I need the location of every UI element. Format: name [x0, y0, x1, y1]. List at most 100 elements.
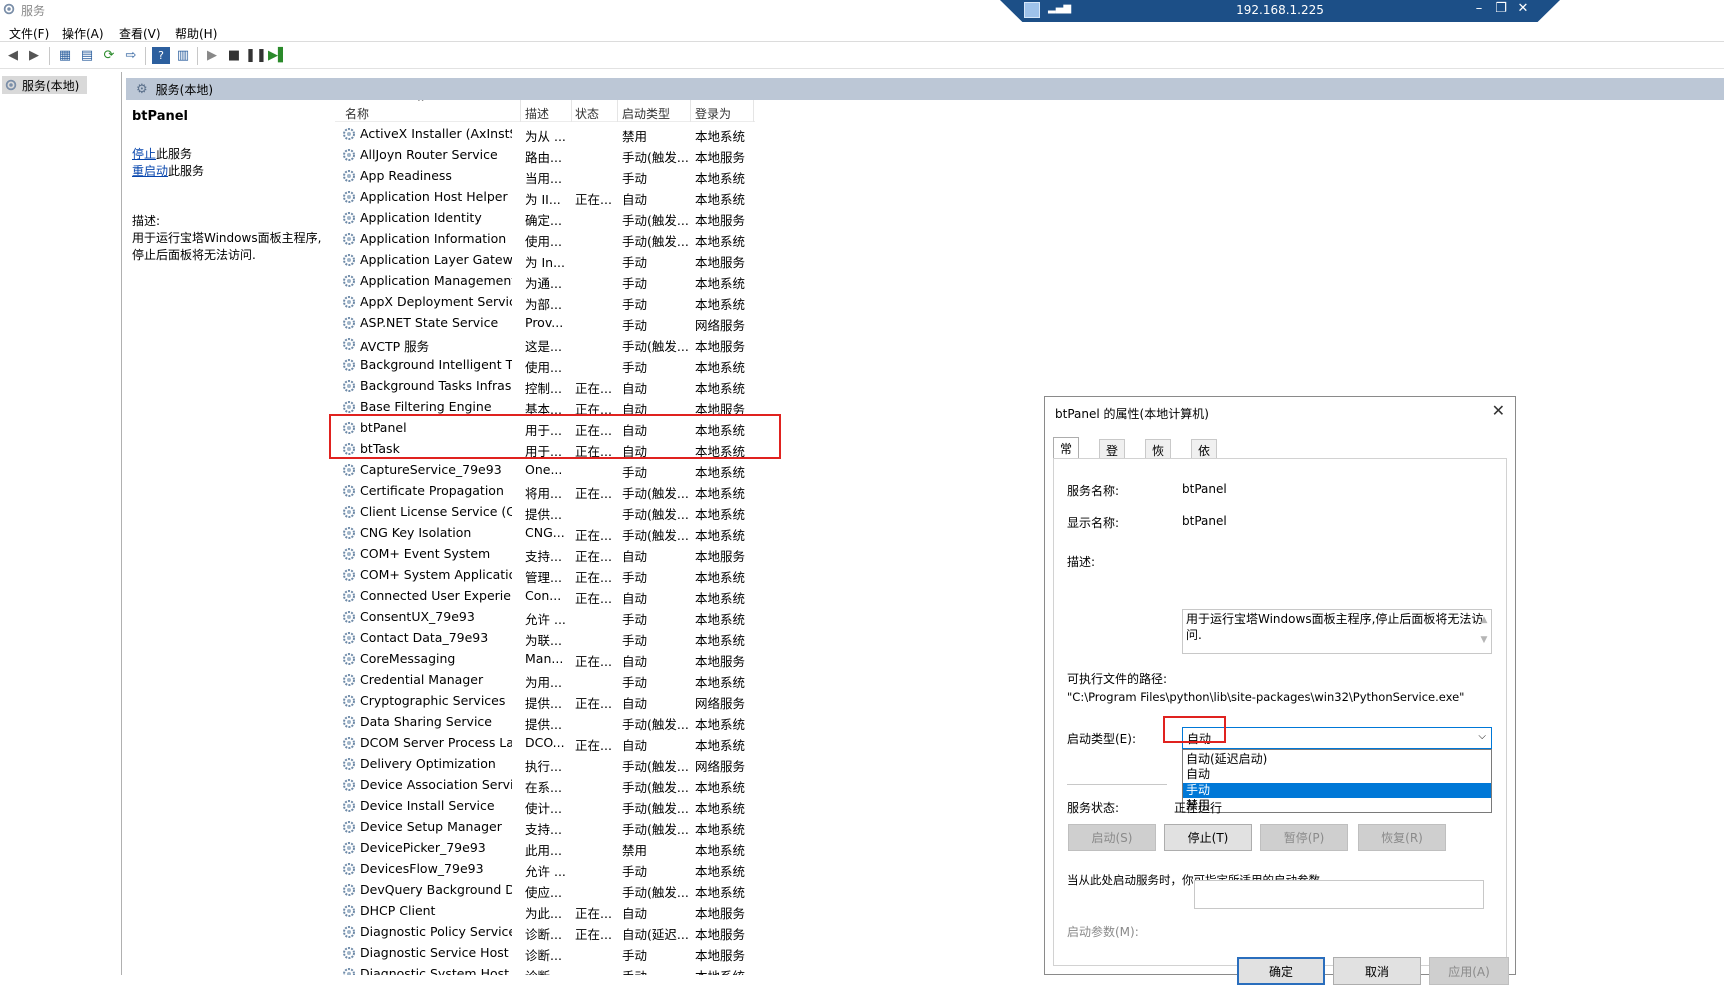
rdp-minimize-button[interactable]: – [1470, 1, 1488, 16]
table-row[interactable]: AVCTP 服务 这是... 手动(触发... 本地服务 [335, 334, 755, 355]
properties-list-icon[interactable]: ▤ [78, 47, 96, 64]
cell-logon: 网络服务 [695, 696, 746, 711]
table-row[interactable]: Application Identity 确定... 手动(触发... 本地服务 [335, 208, 755, 229]
tree-item-services-local[interactable]: 服务(本地) [2, 76, 87, 94]
cancel-button[interactable]: 取消 [1333, 957, 1421, 985]
table-row[interactable]: Diagnostic Service Host 诊断... 手动 本地服务 [335, 943, 755, 964]
action-pane-icon[interactable]: ▥ [174, 47, 192, 64]
table-row[interactable]: Certificate Propagation 将用... 正在... 手动(触发..… [335, 481, 755, 502]
service-gear-icon [343, 548, 355, 560]
cell-name: AppX Deployment Servic... [360, 294, 512, 309]
table-row[interactable]: CaptureService_79e93 One... 手动 本地系统 [335, 460, 755, 481]
service-gear-icon [343, 254, 355, 266]
table-row[interactable]: DevicePicker_79e93 此用... 禁用 本地系统 [335, 838, 755, 859]
column-header-description[interactable]: 描述 [525, 105, 549, 122]
table-row[interactable]: Application Host Helper ... 为 II... 正在... 自… [335, 187, 755, 208]
cell-logon: 本地服务 [695, 150, 746, 165]
help-icon[interactable]: ? [152, 47, 170, 64]
tab-logon[interactable]: 登录 [1099, 439, 1126, 475]
stop-service-icon[interactable]: ■ [225, 47, 243, 64]
menu-file[interactable]: 文件(F) [9, 25, 49, 42]
close-icon[interactable]: ✕ [1492, 401, 1505, 420]
table-row[interactable]: Application Management 为通... 手动 本地系统 [335, 271, 755, 292]
forward-icon[interactable]: ▶ [25, 47, 43, 64]
start-service-icon[interactable]: ▶ [203, 47, 221, 64]
table-row[interactable]: ActiveX Installer (AxInstSV) 为从 ... 禁用 本地系统 [335, 124, 755, 145]
cell-logon: 本地系统 [695, 129, 746, 144]
cell-logon: 本地服务 [695, 339, 746, 354]
table-row[interactable]: Data Sharing Service 提供... 手动(触发... 本地系统 [335, 712, 755, 733]
option-manual[interactable]: 手动 [1183, 783, 1491, 798]
table-row[interactable]: Diagnostic Policy Service 诊断... 正在... 自动(延迟… [335, 922, 755, 943]
restart-service-link[interactable]: 重启动 [132, 164, 168, 178]
restart-service-icon[interactable]: ▶▌ [268, 47, 288, 64]
service-gear-icon [343, 695, 355, 707]
table-row[interactable]: CoreMessaging Man... 正在... 自动 本地服务 [335, 649, 755, 670]
show-console-tree-icon[interactable]: ▦ [56, 47, 74, 64]
menu-view[interactable]: 查看(V) [119, 25, 161, 42]
table-row[interactable]: Background Intelligent T... 使用... 手动 本地系统 [335, 355, 755, 376]
option-disabled[interactable]: 禁用 [1183, 798, 1491, 813]
tab-general[interactable]: 常规 [1053, 437, 1080, 473]
resume-button[interactable]: 恢复(R) [1358, 824, 1446, 851]
table-row[interactable]: COM+ System Application 管理... 正在... 手动 本地系统 [335, 565, 755, 586]
stop-service-link[interactable]: 停止 [132, 147, 156, 161]
table-row[interactable]: CNG Key Isolation CNG... 正在... 手动(触发... 本地系统 [335, 523, 755, 544]
column-header-status[interactable]: 状态 [575, 105, 599, 122]
ok-button[interactable]: 确定 [1237, 957, 1325, 985]
description-scrollbar[interactable]: ▲ ▼ [1477, 610, 1491, 653]
column-header-startup-type[interactable]: 启动类型 [622, 105, 670, 122]
option-auto-delayed[interactable]: 自动(延迟启动) [1183, 752, 1491, 767]
tab-dependencies[interactable]: 依存关系 [1191, 439, 1218, 509]
table-row[interactable]: Application Information 使用... 手动(触发... 本地系统 [335, 229, 755, 250]
service-gear-icon [343, 653, 355, 665]
table-row[interactable]: ConsentUX_79e93 允许 ... 手动 本地系统 [335, 607, 755, 628]
table-row[interactable]: AllJoyn Router Service 路由... 手动(触发... 本地服务 [335, 145, 755, 166]
table-row[interactable]: DHCP Client 为此... 正在... 自动 本地服务 [335, 901, 755, 922]
cell-desc: 诊断... [525, 927, 562, 942]
stop-button[interactable]: 停止(T) [1164, 824, 1252, 851]
table-row[interactable]: Client License Service (Cli... 提供... 手动(触发… [335, 502, 755, 523]
table-row[interactable]: Device Install Service 使计... 手动(触发... 本地系统 [335, 796, 755, 817]
dialog-title: btPanel 的属性(本地计算机) [1055, 407, 1209, 421]
export-list-icon[interactable]: ⇨ [122, 47, 140, 64]
table-row[interactable]: COM+ Event System 支持... 正在... 自动 本地服务 [335, 544, 755, 565]
column-header-name[interactable]: 名称 [345, 105, 369, 122]
apply-button[interactable]: 应用(A) [1429, 957, 1509, 985]
table-row[interactable]: DCOM Server Process La... DCO... 正在... 自动 本地… [335, 733, 755, 754]
menu-action[interactable]: 操作(A) [62, 25, 104, 42]
pause-button[interactable]: 暂停(P) [1260, 824, 1348, 851]
start-button[interactable]: 启动(S) [1068, 824, 1156, 851]
table-row[interactable]: DevQuery Background D... 使应... 手动(触发... 本地系… [335, 880, 755, 901]
cell-name: DCOM Server Process La... [360, 735, 512, 750]
refresh-icon[interactable]: ⟳ [100, 47, 118, 64]
startup-type-label: 启动类型(E): [1067, 732, 1136, 746]
rdp-restore-button[interactable]: ❐ [1492, 1, 1510, 16]
table-row[interactable]: Credential Manager 为用... 手动 本地系统 [335, 670, 755, 691]
remote-desktop-bar[interactable]: ▂▄▆ 192.168.1.225 – ❐ ✕ [1000, 0, 1560, 22]
option-auto[interactable]: 自动 [1183, 767, 1491, 782]
tab-recovery[interactable]: 恢复 [1145, 439, 1172, 475]
table-row[interactable]: Background Tasks Infras... 控制... 正在... 自动 本地… [335, 376, 755, 397]
table-row[interactable]: ASP.NET State Service Prov... 手动 网络服务 [335, 313, 755, 334]
table-row[interactable]: Device Setup Manager 支持... 手动(触发... 本地系统 [335, 817, 755, 838]
table-row[interactable]: Contact Data_79e93 为联... 手动 本地系统 [335, 628, 755, 649]
cell-desc: 为联... [525, 633, 562, 648]
pause-service-icon[interactable]: ❚❚ [245, 47, 267, 64]
column-header-log-on-as[interactable]: 登录为 [695, 105, 731, 122]
rdp-close-button[interactable]: ✕ [1514, 1, 1532, 16]
table-row[interactable]: Application Layer Gatewa... 为 In... 手动 本地服务 [335, 250, 755, 271]
table-row[interactable]: Cryptographic Services 提供... 正在... 自动 网络服务 [335, 691, 755, 712]
description-field[interactable]: 用于运行宝塔Windows面板主程序,停止后面板将无法访问. ▲ ▼ [1182, 609, 1492, 654]
table-row[interactable]: Connected User Experien... Con... 正在... 自动 本… [335, 586, 755, 607]
table-row[interactable]: DevicesFlow_79e93 允许 ... 手动 本地系统 [335, 859, 755, 880]
table-row[interactable]: Diagnostic System Host 诊断... 手动本地系统 [335, 964, 755, 975]
startup-type-select[interactable]: 自动 ⌵ [1182, 727, 1492, 749]
table-row[interactable]: Device Association Service 在系... 手动(触发... 本… [335, 775, 755, 796]
table-row[interactable]: AppX Deployment Servic... 为部... 手动 本地系统 [335, 292, 755, 313]
start-parameters-input[interactable] [1194, 880, 1484, 909]
table-row[interactable]: App Readiness 当用... 手动 本地系统 [335, 166, 755, 187]
back-icon[interactable]: ◀ [4, 47, 22, 64]
menu-help[interactable]: 帮助(H) [175, 25, 217, 42]
table-row[interactable]: Delivery Optimization 执行... 手动(触发... 网络服务 [335, 754, 755, 775]
